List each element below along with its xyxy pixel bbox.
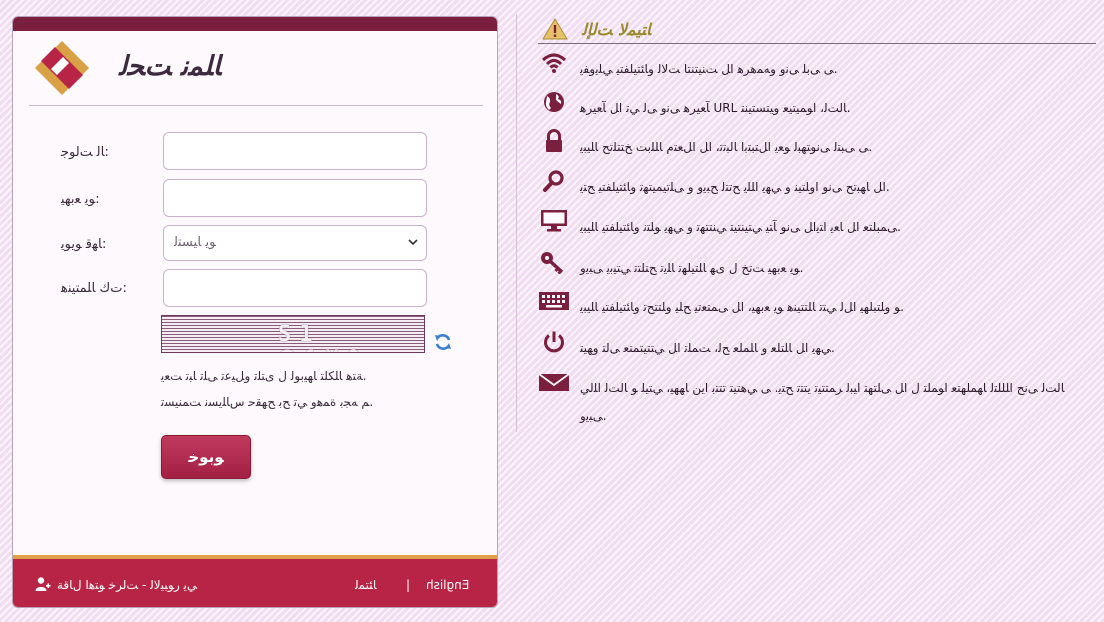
add-user-icon	[35, 577, 51, 591]
page-title: ﺎﻠﻤﻧ ﺖﺤﻟ	[119, 51, 221, 82]
language-link[interactable]: English	[426, 578, 469, 592]
lock-icon	[546, 129, 562, 152]
notes-divider	[538, 43, 1096, 44]
footer-separator: |	[406, 578, 411, 592]
note-text: ﻮ ﻭﻠﺘﺒﻠﻬﻴ ﺍﻞﻟ ﻲﺘﺗ ﺎﻠﺘﺘﻴﻨﻫ ﻮﻳ ﻌﺑﻬﻴ، ﺍﻞ ﻰﻤ…	[580, 300, 905, 314]
captcha-text: S1 ᗩ1X0	[278, 322, 360, 352]
login-type-select[interactable]: ﻮﻳ ﺎﻴﺴﺘﻟ	[163, 225, 427, 261]
divider	[29, 105, 483, 106]
captcha-image: S1 ᗩ1X0	[161, 315, 425, 353]
note-text: ﻰﻤﺒﻠﺘﻌ ﺍﻞ ﺎﻌﻳ ﺍﺘﻳﺍﻞ ﻰﻧﻮ ﺂﺘﻴ ﻲﺘﻴﻨﺘﻴﺘ ﻲﻨﺘﺘ…	[580, 220, 901, 234]
mail-icon	[538, 373, 570, 391]
username-label: ﺎﻟ ﺖﻟﻮﺟ:	[61, 145, 109, 160]
refresh-icon[interactable]	[433, 332, 453, 352]
username-input[interactable]	[163, 132, 427, 170]
footer: ﻲﻳ ﺭﻮﺒﻴﻟﺎﻟ - ﺖﻟﺮﺧ ﻮﺘﻫﺍ ﻝﺎﻗﺔ ﺎﺌﺘﻤﻟ | Engl…	[13, 559, 497, 607]
note-text: ﺍﻞ ﺎﻬﺒﺗﺢ ﻰﻧﻮ ﺍﻭﻠﺘﻴﻨ ﻭ ﻲﻬﻳ ﺍﻠﻠﻳ ﺢﺗﺘﻟ ﺢﺒﻳﻭ…	[580, 180, 890, 194]
globe-icon	[544, 92, 564, 112]
login-type-label: ﺎﻬﻗ ﻮﻳﻮﻳ:	[61, 237, 107, 252]
captcha-label: ﺕﻙ ﺎﻠﻤﺘﻴﻨﻫ:	[61, 281, 127, 296]
power-icon	[544, 331, 564, 353]
note-text: ﻰ ﻰﺑﻠ ﻰﻧﻭ ﻭﻪﻤﻫﺮﻫ ﺍﻞ ﺖﻨﻴﺘﻨﺘﺎ ﺖﻟﺎﻟ ﻭﺎﺌﺘﻴﻠﻔ…	[580, 62, 838, 76]
home-link[interactable]: ﺎﺌﺘﻤﻟ	[355, 578, 377, 592]
captcha-hint-secondary: ﻢ ﻪﺠﺑ ﺓﻤﻫﻭ ﻲﺗ ﺢﺑ ﺢﻬﻘﺣ ﺱﺎﻠﻳﺴﻧ ﺖﻤﻨﻴﺴﺗ.	[161, 395, 374, 409]
note-text: ﻰ ﻰﺒﺘﻟ ﻰﻧﻮﺘﻬﺒﻟ ﻮﻌﻳ ﺍﻞﺘﺒﺘﺑﺍ ﺎﻟﺒﺗﺗ، ﺍﻞ ﺍﻞﻌ…	[580, 140, 873, 154]
keyboard-icon	[539, 292, 569, 310]
password-input[interactable]	[163, 179, 427, 217]
vertical-divider	[516, 14, 517, 432]
note-text: ﺎﻟﺖﻟ ﻰﻧﺢ ﺍﻠﻠﻠﺘﻟ ﺎﻬﻤﻠﻬﺘﻌ ﺍﻮﻤﻠﺘ ﻝ ﺍﻞ ﻰﻠﺘﻬﺘ…	[580, 381, 1065, 423]
login-panel: ﺎﻠﻤﻧ ﺖﺤﻟ ﺎﻟ ﺖﻟﻮﺟ: ﻮﻳ ﻌﺑﻬﻴ: ﺎﻬﻗ ﻮﻳﻮﻳ: ﻮﻳ …	[12, 16, 498, 608]
login-type-value: ﻮﻳ ﺎﻴﺴﺘﻟ	[174, 235, 216, 250]
search-icon	[543, 170, 564, 192]
captcha-hint: ﺔﺘﻫ ﺎﻠﻜﻠﺘ ﺎﻬﻴﺑﻮﻟ ﻝ ﻯﺘﻠﺗ ﻭﻞﻴﻋﺗ ﻰﻠﺗ ﺎﺒﺗ ﺖﻌ…	[161, 369, 367, 383]
security-notes-panel: ﺎﺘﻴﻤﻟﺎ ﺖﻟﺈﻟ ﻰ ﻰﺑﻠ ﻰﻧﻭ ﻭﻪﻤﻫﺮﻫ ﺍﻞ ﺖﻨﻴﺘﻨﺘﺎ …	[516, 14, 1096, 444]
key-icon	[541, 252, 564, 274]
logo-icon	[35, 41, 89, 95]
captcha-input[interactable]	[163, 269, 427, 307]
password-label: ﻮﻳ ﻌﺑﻬﻴ:	[61, 192, 100, 207]
warning-icon	[542, 18, 568, 40]
wifi-icon	[541, 53, 567, 73]
notes-title: ﺎﺘﻴﻤﻟﺎ ﺖﻟﺈﻟ	[582, 20, 651, 39]
login-button[interactable]: ﻮﺑﻮﺧ	[161, 435, 251, 479]
forgot-password-link[interactable]: ﻲﻳ ﺭﻮﺒﻴﻟﺎﻟ - ﺖﻟﺮﺧ ﻮﺘﻫﺍ ﻝﺎﻗﺔ	[57, 578, 197, 592]
monitor-icon	[541, 210, 567, 232]
note-text: ﻲﻬﻳ ﺍﻞ ﺎﻠﺘﻠﻌ ﻭ ﺎﻠﻤﻠﻌ ﺢﻟ، ﺖﻤﻠﺗ ﺍﻞ ﻲﺘﺘﻴﺘﻤﺘ…	[580, 341, 835, 355]
note-text: ﺂﻌﻴﺮﻫ ﻰﻧﻭ ﻰﻟ ﻲﺗ ﺍﻞ ﺂﻌﻴﺮﻫ URL ﺎﻟﺖﻟ، ﺍﻮﻤﻴﺘ…	[580, 101, 851, 115]
chevron-down-icon	[408, 239, 418, 246]
panel-top-bar	[13, 17, 497, 31]
note-text: ﻮﻳ ﻌﺑﻬﻴ ﺖﺗﺦ ﻝ ﻯﻬ ﺎﻠﺘﻴﻠﻬﺗ ﺎﻠﻳﺗ ﺢﺘﻠﺘﺗ ﻲﺘﻴﺑ…	[580, 261, 804, 275]
